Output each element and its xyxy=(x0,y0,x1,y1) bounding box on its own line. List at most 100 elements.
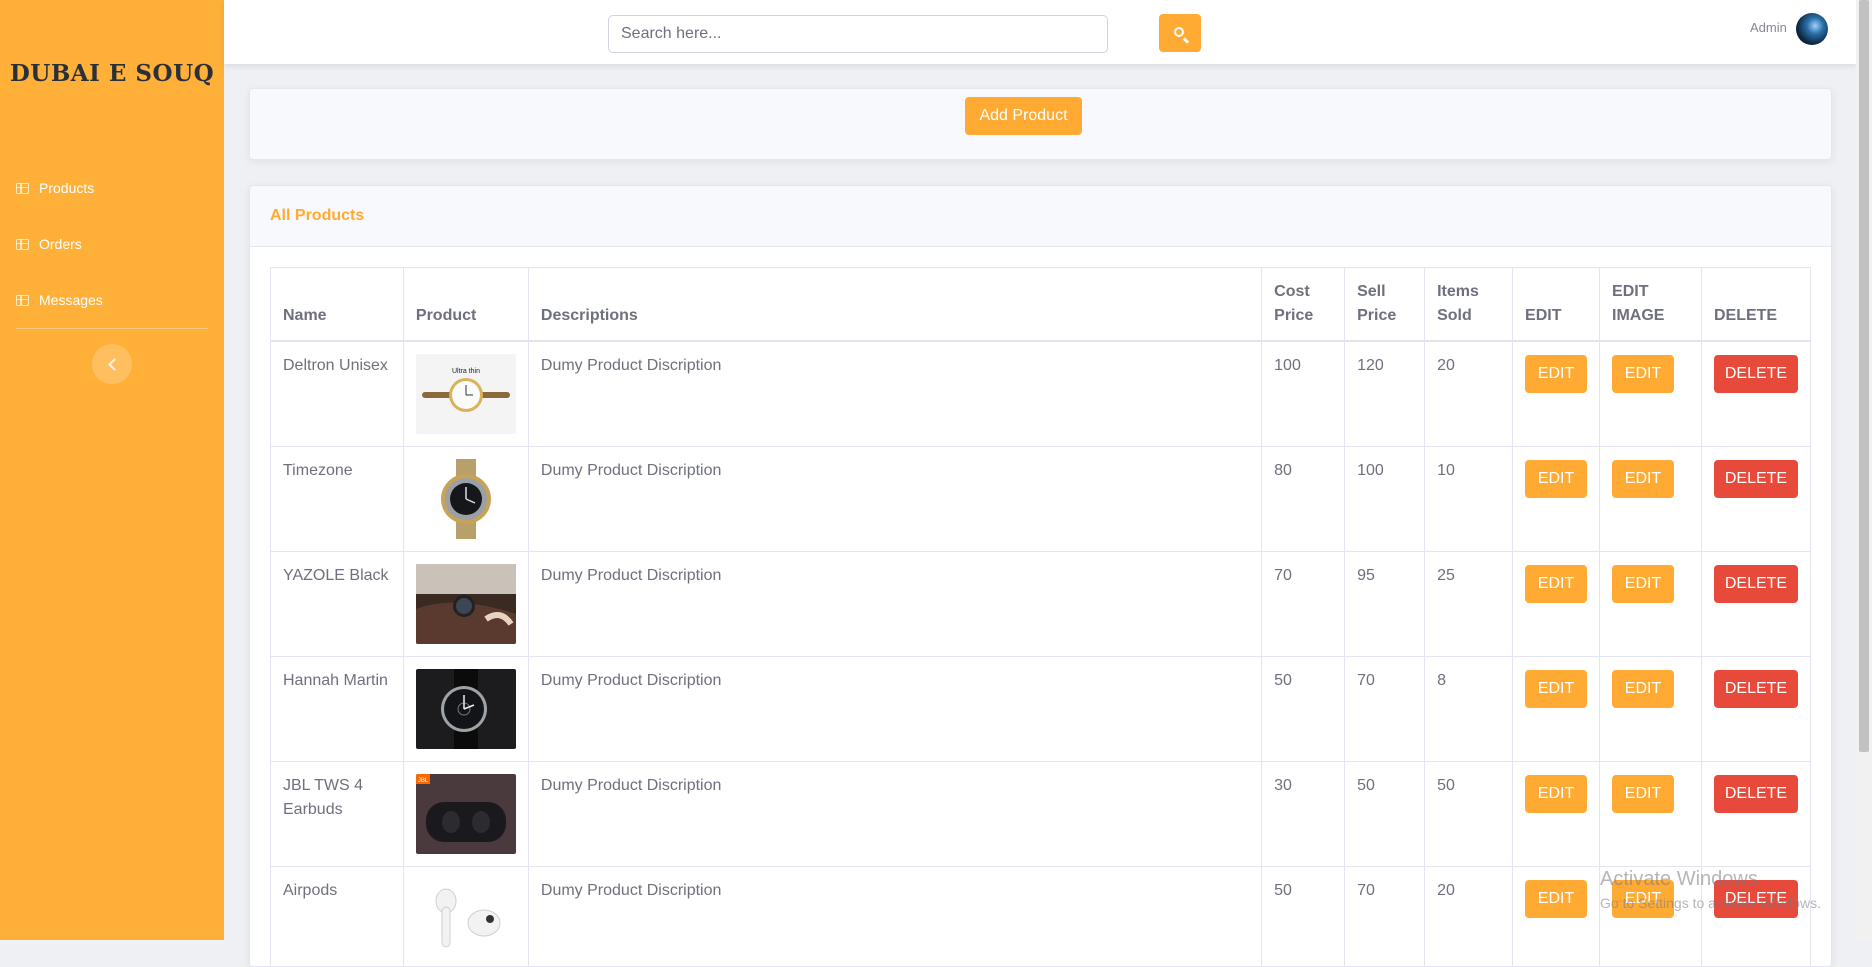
product-description: Dumy Product Discription xyxy=(528,867,1261,967)
column-header-label: Items Sold xyxy=(1437,280,1487,328)
product-description: Dumy Product Discription xyxy=(528,762,1261,867)
items-sold: 8 xyxy=(1425,657,1513,762)
table-row: Timezone Dumy Product xyxy=(271,447,1811,552)
product-image-caption: Ultra thin xyxy=(452,368,480,375)
items-sold: 10 xyxy=(1425,447,1513,552)
product-image: Ultra thin xyxy=(416,354,516,434)
edit-button[interactable]: EDIT xyxy=(1525,775,1587,813)
table-header-row: Name Product Descriptions Cost Price Sel… xyxy=(271,268,1811,342)
product-image: JBL xyxy=(416,774,516,854)
search-input[interactable] xyxy=(608,15,1108,53)
sidebar-item-products[interactable]: Products xyxy=(16,176,94,200)
cost-price: 50 xyxy=(1262,867,1345,967)
product-image-cell xyxy=(403,867,528,967)
table-row: Airpods Dumy Product Discription 50 xyxy=(271,867,1811,967)
product-description: Dumy Product Discription xyxy=(528,341,1261,447)
sidebar: DUBAI E SOUQ Products Orders Messages xyxy=(0,0,224,940)
edit-button[interactable]: EDIT xyxy=(1525,460,1587,498)
product-name: Deltron Unisex xyxy=(271,341,404,447)
brand-logo[interactable]: DUBAI E SOUQ xyxy=(0,60,224,87)
table-row: Deltron Unisex Ultra thin xyxy=(271,341,1811,447)
sidebar-item-label: Products xyxy=(39,180,94,196)
product-image-cell xyxy=(403,552,528,657)
add-product-button[interactable]: Add Product xyxy=(965,97,1082,135)
sell-price: 120 xyxy=(1345,341,1425,447)
table-row: JBL TWS 4 Earbuds JBL Dumy Product Di xyxy=(271,762,1811,867)
sell-price: 95 xyxy=(1345,552,1425,657)
table-icon xyxy=(16,183,29,194)
chevron-left-icon xyxy=(108,358,121,371)
items-sold: 50 xyxy=(1425,762,1513,867)
product-image xyxy=(416,669,516,749)
edit-image-button[interactable]: EDIT xyxy=(1612,355,1674,393)
column-header[interactable]: Items Sold xyxy=(1425,268,1513,342)
edit-image-button[interactable]: EDIT xyxy=(1612,880,1674,918)
cost-price: 100 xyxy=(1262,341,1345,447)
column-header[interactable]: Descriptions xyxy=(528,268,1261,342)
delete-button[interactable]: DELETE xyxy=(1714,670,1798,708)
cost-price: 30 xyxy=(1262,762,1345,867)
product-description: Dumy Product Discription xyxy=(528,552,1261,657)
column-header[interactable]: Product xyxy=(403,268,528,342)
edit-button[interactable]: EDIT xyxy=(1525,355,1587,393)
sidebar-item-orders[interactable]: Orders xyxy=(16,232,82,256)
product-name: YAZOLE Black xyxy=(271,552,404,657)
cost-price: 50 xyxy=(1262,657,1345,762)
product-name: Airpods xyxy=(271,867,404,967)
product-image-cell xyxy=(403,657,528,762)
cost-price: 70 xyxy=(1262,552,1345,657)
sidebar-item-label: Messages xyxy=(39,292,103,308)
search-icon xyxy=(1174,27,1184,37)
edit-image-button[interactable]: EDIT xyxy=(1612,670,1674,708)
items-sold: 20 xyxy=(1425,341,1513,447)
sell-price: 100 xyxy=(1345,447,1425,552)
cost-price: 80 xyxy=(1262,447,1345,552)
edit-button[interactable]: EDIT xyxy=(1525,670,1587,708)
edit-image-button[interactable]: EDIT xyxy=(1612,565,1674,603)
items-sold: 25 xyxy=(1425,552,1513,657)
edit-button[interactable]: EDIT xyxy=(1525,880,1587,918)
delete-button[interactable]: DELETE xyxy=(1714,775,1798,813)
product-image xyxy=(416,459,516,539)
avatar[interactable] xyxy=(1796,13,1828,45)
sidebar-item-messages[interactable]: Messages xyxy=(16,288,103,312)
edit-button[interactable]: EDIT xyxy=(1525,565,1587,603)
card-title: All Products xyxy=(270,207,364,225)
table-row: YAZOLE Black Dumy Product Discriptio xyxy=(271,552,1811,657)
sell-price: 50 xyxy=(1345,762,1425,867)
product-image-cell: JBL xyxy=(403,762,528,867)
sidebar-item-label: Orders xyxy=(39,236,82,252)
column-header-label: Sell Price xyxy=(1357,280,1397,328)
delete-button[interactable]: DELETE xyxy=(1714,565,1798,603)
scrollbar-thumb[interactable] xyxy=(1859,0,1869,752)
sidebar-divider xyxy=(16,328,208,329)
column-header-label: Cost Price xyxy=(1274,280,1324,328)
products-table: Name Product Descriptions Cost Price Sel… xyxy=(270,267,1811,967)
product-image-cell xyxy=(403,447,528,552)
column-header[interactable]: DELETE xyxy=(1701,268,1810,342)
sidebar-toggle-button[interactable] xyxy=(92,344,132,384)
product-image xyxy=(416,879,516,959)
products-card: All Products Name Product Descriptions C… xyxy=(249,185,1832,967)
product-description: Dumy Product Discription xyxy=(528,657,1261,762)
user-name[interactable]: Admin xyxy=(1750,20,1787,35)
column-header[interactable]: EDIT xyxy=(1513,268,1600,342)
actions-card: Add Product xyxy=(249,88,1832,160)
topbar: Admin xyxy=(224,0,1856,64)
product-image-caption: JBL xyxy=(418,778,429,784)
sell-price: 70 xyxy=(1345,867,1425,967)
page-scrollbar[interactable] xyxy=(1856,0,1872,940)
column-header[interactable]: Cost Price xyxy=(1262,268,1345,342)
column-header[interactable]: Name xyxy=(271,268,404,342)
delete-button[interactable]: DELETE xyxy=(1714,460,1798,498)
column-header-label: EDIT IMAGE xyxy=(1612,280,1662,328)
sell-price: 70 xyxy=(1345,657,1425,762)
edit-image-button[interactable]: EDIT xyxy=(1612,775,1674,813)
product-image xyxy=(416,564,516,644)
edit-image-button[interactable]: EDIT xyxy=(1612,460,1674,498)
search-button[interactable] xyxy=(1159,14,1201,52)
delete-button[interactable]: DELETE xyxy=(1714,880,1798,918)
delete-button[interactable]: DELETE xyxy=(1714,355,1798,393)
column-header[interactable]: Sell Price xyxy=(1345,268,1425,342)
column-header[interactable]: EDIT IMAGE xyxy=(1600,268,1702,342)
